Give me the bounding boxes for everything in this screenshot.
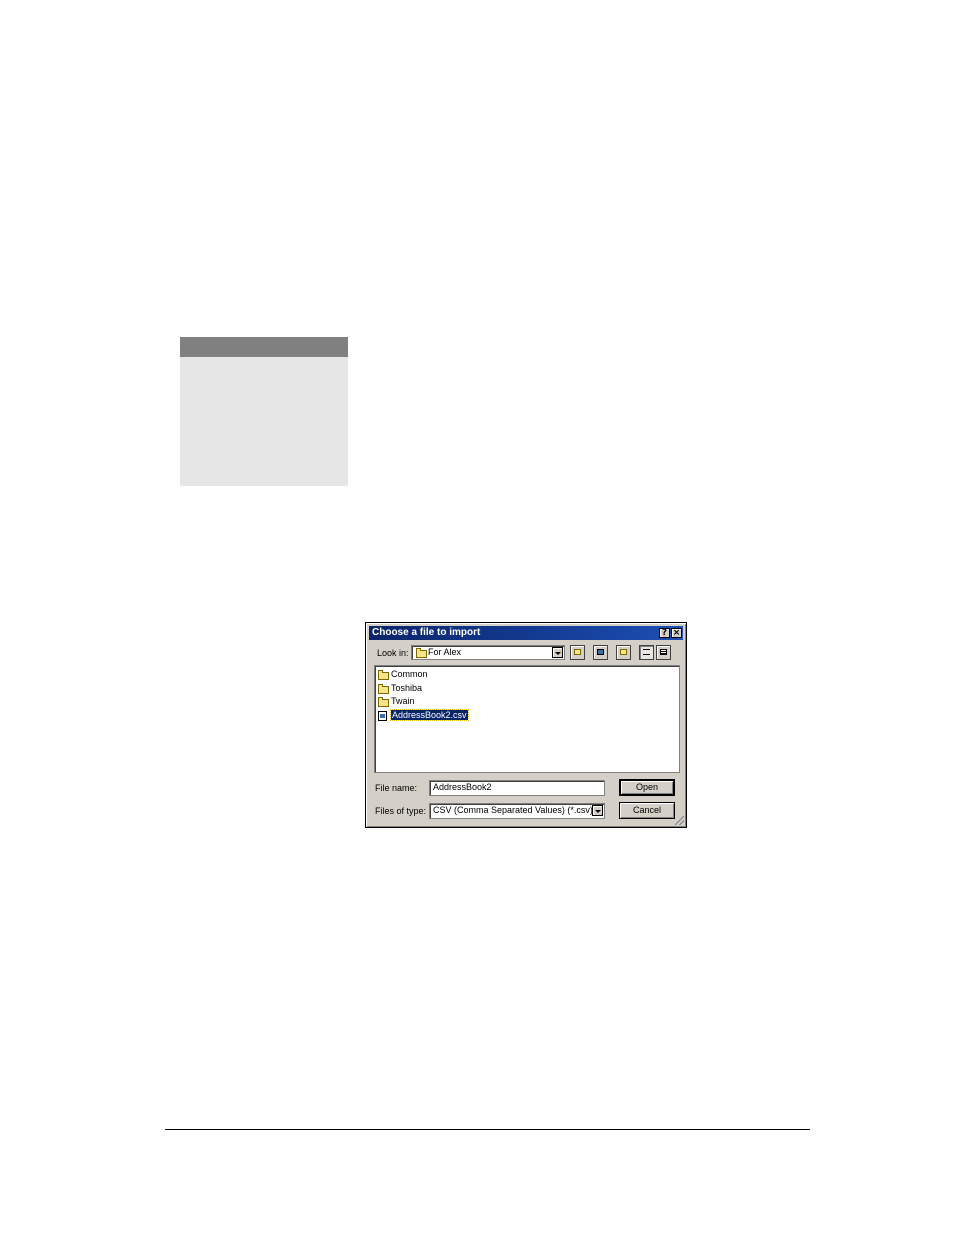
look-in-label: Look in: bbox=[377, 648, 409, 658]
details-view-icon bbox=[660, 649, 667, 655]
desktop-icon bbox=[597, 649, 604, 655]
new-folder-icon bbox=[620, 649, 627, 655]
new-folder-button[interactable] bbox=[616, 645, 631, 660]
up-folder-button[interactable] bbox=[570, 645, 585, 660]
close-button[interactable]: × bbox=[671, 628, 682, 638]
files-of-type-label: Files of type: bbox=[375, 806, 427, 816]
chevron-down-icon[interactable] bbox=[552, 647, 563, 658]
file-name-value: AddressBook2 bbox=[433, 782, 492, 792]
list-item-label: AddressBook2.csv bbox=[390, 709, 469, 721]
list-view-icon bbox=[643, 649, 650, 655]
desktop-button[interactable] bbox=[593, 645, 608, 660]
csv-file-icon bbox=[378, 711, 387, 721]
footer-divider bbox=[165, 1129, 810, 1130]
files-of-type-dropdown[interactable]: CSV (Comma Separated Values) (*.csv) bbox=[429, 803, 605, 819]
folder-icon bbox=[378, 684, 389, 694]
file-name-label: File name: bbox=[375, 783, 418, 793]
note-header-bar bbox=[180, 337, 348, 357]
open-button[interactable]: Open bbox=[619, 779, 675, 796]
sidebar-note-box bbox=[180, 337, 348, 486]
dialog-titlebar[interactable]: Choose a file to import ? × bbox=[369, 626, 683, 640]
look-in-value: For Alex bbox=[428, 647, 462, 657]
resize-grip-icon[interactable] bbox=[675, 816, 684, 825]
up-folder-icon bbox=[574, 649, 581, 655]
file-list[interactable]: Common Toshiba Twain AddressBook2.csv bbox=[374, 665, 680, 773]
list-item-label: Common bbox=[391, 669, 428, 679]
folder-icon bbox=[378, 697, 389, 707]
list-item-label: Toshiba bbox=[391, 683, 423, 693]
chevron-down-icon[interactable] bbox=[592, 805, 603, 816]
help-button[interactable]: ? bbox=[659, 628, 670, 638]
list-item-label: Twain bbox=[391, 696, 415, 706]
details-view-button[interactable] bbox=[656, 645, 671, 660]
folder-icon bbox=[378, 670, 389, 680]
file-name-input[interactable]: AddressBook2 bbox=[429, 780, 605, 796]
folder-icon bbox=[416, 648, 427, 658]
cancel-button[interactable]: Cancel bbox=[619, 802, 675, 819]
look-in-dropdown[interactable]: For Alex bbox=[411, 645, 565, 660]
file-import-dialog: Choose a file to import ? × Look in: For… bbox=[365, 622, 687, 828]
files-of-type-value: CSV (Comma Separated Values) (*.csv) bbox=[433, 805, 593, 815]
dialog-title: Choose a file to import bbox=[372, 627, 481, 638]
list-view-button[interactable] bbox=[639, 645, 654, 660]
